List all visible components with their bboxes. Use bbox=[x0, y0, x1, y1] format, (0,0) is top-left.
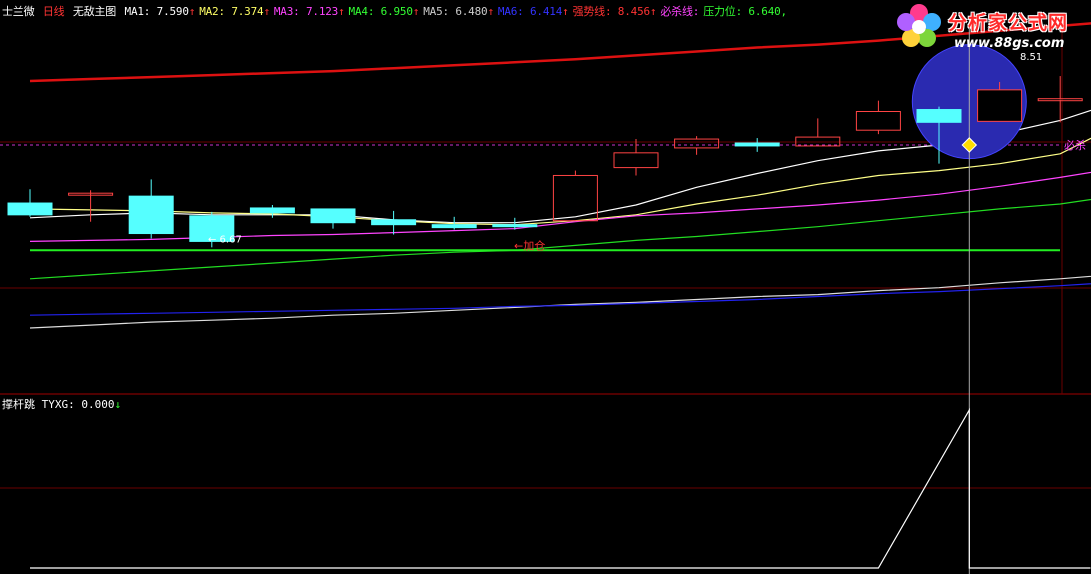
up-arrow-icon: ↑ bbox=[562, 5, 569, 18]
line-ma5 bbox=[29, 275, 1091, 329]
candle-body bbox=[916, 109, 962, 123]
logo-name: 分析家公式网 bbox=[948, 12, 1069, 34]
up-arrow-icon: ↑ bbox=[487, 5, 494, 18]
up-arrow-icon: ↑ bbox=[188, 5, 196, 18]
candle-body bbox=[7, 202, 53, 216]
candle-body bbox=[371, 219, 417, 226]
header-item: MA3: 7.123↑ bbox=[273, 5, 345, 18]
up-arrow-icon: ↑ bbox=[338, 5, 345, 18]
period-label[interactable]: 日线 bbox=[43, 5, 65, 18]
header-item: MA1: 7.590↑ bbox=[124, 5, 196, 18]
ma-values: MA1: 7.590↑ MA2: 7.374↑ MA3: 7.123↑ MA4: 6.… bbox=[125, 5, 791, 18]
up-arrow-icon: ↑ bbox=[263, 5, 270, 18]
header-item: 强势线: 8.456↑ bbox=[572, 5, 657, 18]
candle bbox=[128, 179, 174, 239]
header-item: MA2: 7.374↑ bbox=[199, 5, 270, 18]
kline-chart[interactable]: ← 6.67 ←加仓必杀8.51 bbox=[0, 0, 1091, 574]
stock-name[interactable]: 士兰微 bbox=[2, 5, 35, 18]
up-arrow-icon: ↑ bbox=[649, 5, 657, 18]
candle bbox=[734, 138, 780, 152]
up-arrow-icon: ↑ bbox=[412, 5, 420, 18]
header-item: 压力位: 6.640, bbox=[703, 5, 787, 18]
candle-body bbox=[977, 89, 1023, 122]
candle-body bbox=[310, 208, 356, 224]
candle-body bbox=[492, 224, 538, 228]
candle-body bbox=[855, 111, 901, 131]
candle bbox=[310, 208, 356, 229]
formula-name[interactable]: 无敌主图 bbox=[73, 5, 116, 18]
low-price-label: ← 6.67 bbox=[208, 234, 242, 245]
candle bbox=[7, 189, 53, 217]
sub-header: 撑杆跳 TYXG: 0.000↓ bbox=[2, 396, 121, 412]
tyxg-line bbox=[30, 407, 1091, 569]
candle bbox=[371, 210, 417, 235]
candle bbox=[855, 100, 901, 135]
tyxg-indicator bbox=[30, 407, 1091, 569]
site-logo[interactable]: 分析家公式网 www.88gs.com bbox=[892, 2, 1090, 56]
line-ma3 bbox=[29, 171, 1091, 242]
indicator-name[interactable]: 撑杆跳 bbox=[2, 398, 35, 411]
indicator-value: TYXG: 0.000 bbox=[41, 398, 115, 411]
header-item: 必杀线: bbox=[660, 5, 700, 18]
candle bbox=[68, 190, 114, 222]
bisha-label: 必杀 bbox=[1064, 138, 1086, 152]
candle bbox=[249, 205, 295, 218]
line-ma4 bbox=[29, 198, 1091, 280]
candle-body bbox=[613, 152, 659, 169]
candle-body bbox=[674, 138, 720, 149]
candle-body bbox=[734, 142, 780, 147]
flower-icon bbox=[897, 4, 941, 47]
candle-body bbox=[249, 207, 295, 214]
header-item: MA5: 6.480↑ bbox=[423, 5, 494, 18]
logo-url: www.88gs.com bbox=[954, 36, 1065, 51]
header-item: MA4: 6.950↑ bbox=[348, 5, 420, 18]
indicator-arrow: ↓ bbox=[114, 398, 122, 411]
candle-body bbox=[128, 195, 174, 235]
add-position-label: ←加仓 bbox=[514, 238, 545, 252]
candle-body bbox=[431, 224, 477, 229]
header-item: MA6: 6.414↑ bbox=[497, 5, 569, 18]
main-header: 士兰微 日线 无敌主图 MA1: 7.590↑ MA2: 7.374↑ MA3: 7… bbox=[2, 3, 793, 19]
line-ma6 bbox=[29, 283, 1091, 316]
